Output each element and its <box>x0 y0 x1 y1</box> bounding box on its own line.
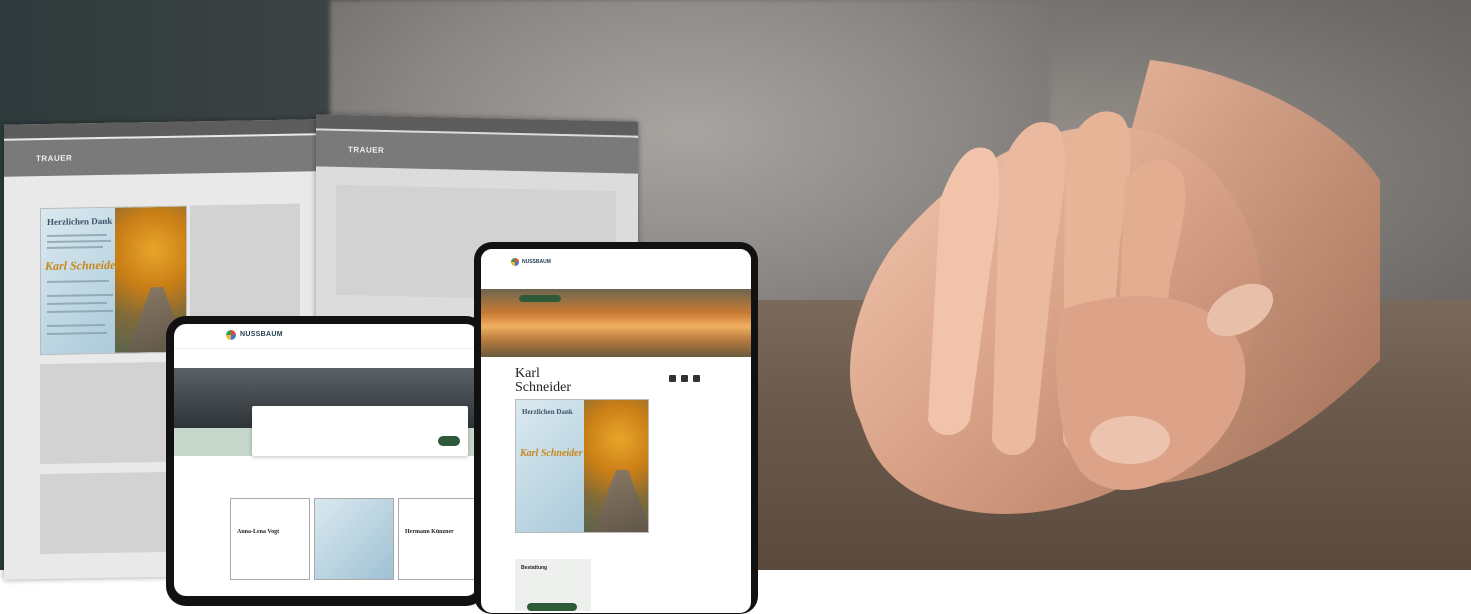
name-line-2: Schneider <box>515 380 571 395</box>
obituary-card[interactable] <box>314 498 394 580</box>
section-title: TRAUER <box>348 145 385 155</box>
obituary-ad-card: Herzlichen Dank Karl Schneider <box>515 399 649 533</box>
name-line-1: Karl <box>515 366 540 381</box>
logo-icon <box>511 258 519 266</box>
section-band: TRAUER <box>316 130 638 174</box>
section-title: TRAUER <box>36 153 73 164</box>
ad-name: Karl Schneider <box>45 257 121 274</box>
obituary-card[interactable]: Hermann Künzner <box>398 498 478 580</box>
laptop-device: NUSSBAUM Anna-Lena Vogt Hermann Künzner <box>166 316 486 606</box>
site-logo[interactable]: NUSSBAUM <box>522 259 551 265</box>
card-name: Anna-Lena Vogt <box>237 529 280 535</box>
logo-icon <box>226 330 236 340</box>
obituary-ad-card: Herzlichen Dank Karl Schneider <box>40 205 187 356</box>
section-band: TRAUER <box>4 135 316 177</box>
share-icon[interactable] <box>669 375 676 382</box>
obituary-card[interactable]: Anna-Lena Vogt <box>230 498 310 580</box>
deceased-name: Karl Schneider <box>515 367 571 395</box>
box-title: Bestattung <box>521 565 548 571</box>
site-logo[interactable]: NUSSBAUM <box>240 331 283 338</box>
search-panel <box>252 406 468 456</box>
laptop-screen: NUSSBAUM Anna-Lena Vogt Hermann Künzner <box>174 324 478 596</box>
save-icon[interactable] <box>693 375 700 382</box>
ad-title: Herzlichen Dank <box>522 408 573 416</box>
tablet-device: NUSSBAUM Karl Schneider Herzlichen Dank … <box>474 242 758 614</box>
ad-name: Karl Schneider <box>520 448 583 459</box>
card-name: Hermann Künzner <box>405 529 454 535</box>
funeral-info-box: Bestattung <box>515 559 591 611</box>
site-header: NUSSBAUM <box>174 324 478 349</box>
condolence-button[interactable] <box>527 603 577 611</box>
back-button[interactable] <box>519 295 561 302</box>
folded-hands-illustration <box>850 60 1380 514</box>
search-button[interactable] <box>438 436 460 446</box>
obituary-list: Anna-Lena Vogt Hermann Künzner <box>230 498 478 588</box>
print-icon[interactable] <box>681 375 688 382</box>
site-header: NUSSBAUM <box>481 249 751 289</box>
tablet-screen: NUSSBAUM Karl Schneider Herzlichen Dank … <box>481 249 751 613</box>
ad-title: Herzlichen Dank <box>47 215 113 227</box>
